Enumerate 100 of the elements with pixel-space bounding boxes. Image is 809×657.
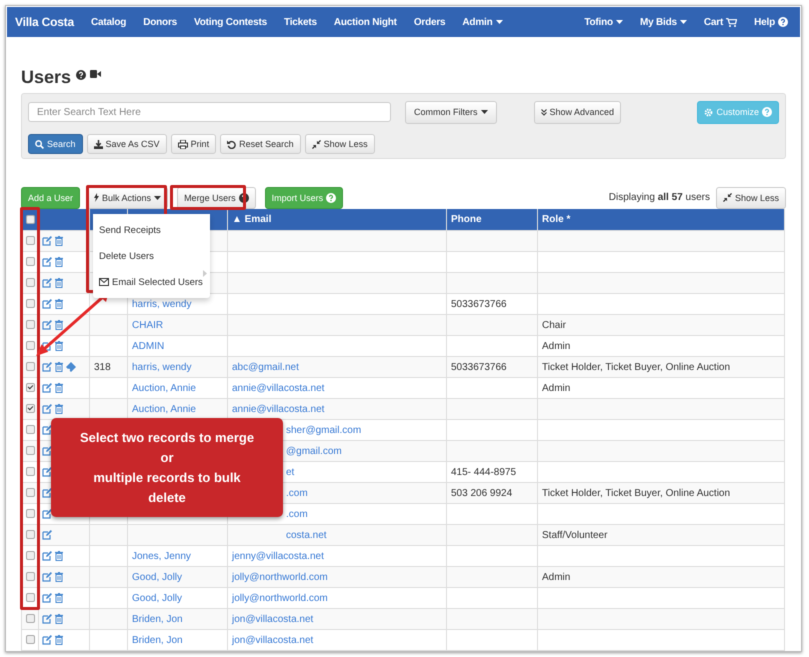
- row-checkbox[interactable]: [26, 593, 35, 602]
- menu-item[interactable]: Email Selected Users: [93, 269, 210, 295]
- nav-link[interactable]: Tofino: [584, 16, 623, 28]
- row-checkbox[interactable]: [26, 278, 35, 288]
- row-checkbox[interactable]: [26, 299, 35, 308]
- undo-icon: [227, 140, 236, 148]
- menu-item[interactable]: Send Receipts: [93, 217, 210, 243]
- row-checkbox[interactable]: [26, 383, 35, 392]
- row-checkbox[interactable]: [26, 446, 35, 456]
- trash-icon[interactable]: [55, 383, 63, 393]
- edit-icon[interactable]: [42, 509, 52, 519]
- email-link[interactable]: abc@gmail.net: [232, 362, 299, 372]
- row-checkbox[interactable]: [26, 404, 35, 414]
- email-link[interactable]: et: [286, 466, 294, 478]
- email-link[interactable]: costa.net: [286, 530, 327, 540]
- edit-icon[interactable]: [42, 320, 52, 330]
- edit-icon[interactable]: [42, 425, 52, 435]
- select-all-checkbox[interactable]: [26, 214, 34, 224]
- submenu-arrow-icon: [203, 270, 207, 277]
- trash-icon[interactable]: [55, 278, 63, 288]
- trash-icon[interactable]: [55, 572, 63, 582]
- nav-link[interactable]: Orders: [414, 16, 446, 28]
- nav-link[interactable]: Voting Contests: [194, 16, 267, 28]
- row-checkbox[interactable]: [26, 257, 35, 266]
- edit-icon[interactable]: [42, 467, 52, 477]
- edit-icon[interactable]: [42, 404, 52, 414]
- email-link[interactable]: .com: [286, 488, 308, 498]
- nav-link[interactable]: Cart: [704, 16, 738, 28]
- user-count: Displaying all 57 users: [608, 192, 710, 203]
- search-field[interactable]: Enter Search Text Here: [28, 102, 391, 122]
- trash-icon[interactable]: [55, 341, 63, 351]
- add-user-button[interactable]: Add a User: [21, 186, 80, 208]
- panel-button[interactable]: Save As CSV: [86, 134, 167, 154]
- show-advanced-button[interactable]: Show Advanced: [534, 100, 622, 124]
- edit-icon[interactable]: [42, 236, 52, 246]
- trash-icon[interactable]: [55, 614, 63, 624]
- panel-button[interactable]: Show Less: [304, 134, 375, 154]
- row-checkbox[interactable]: [26, 635, 35, 644]
- row-checkbox[interactable]: [26, 467, 35, 476]
- trash-icon[interactable]: [55, 404, 63, 414]
- column-header[interactable]: ▲ Email: [228, 209, 446, 230]
- trash-icon[interactable]: [55, 236, 63, 246]
- name-link[interactable]: ADMIN: [132, 340, 164, 352]
- nav-link[interactable]: Tickets: [284, 16, 317, 28]
- edit-icon[interactable]: [42, 572, 52, 582]
- video-camera-icon[interactable]: [90, 70, 102, 78]
- trash-icon[interactable]: [55, 320, 63, 330]
- menu-item[interactable]: Delete Users: [93, 243, 210, 269]
- edit-icon[interactable]: [42, 551, 52, 561]
- brand-link[interactable]: Villa Costa: [15, 15, 74, 29]
- edit-icon[interactable]: [42, 635, 52, 645]
- nav-link[interactable]: Catalog: [90, 16, 126, 28]
- row-checkbox[interactable]: [26, 509, 35, 518]
- edit-icon[interactable]: [42, 488, 52, 498]
- column-header[interactable]: Phone: [446, 209, 538, 230]
- phone-cell: 5033673766: [451, 362, 507, 372]
- row-checkbox[interactable]: [26, 488, 35, 498]
- edit-icon[interactable]: [42, 362, 52, 372]
- nav-link[interactable]: Admin: [462, 16, 503, 28]
- email-link[interactable]: jon@villacosta.net: [232, 614, 314, 624]
- trash-icon[interactable]: [55, 551, 63, 561]
- edit-icon[interactable]: [42, 593, 52, 603]
- email-link[interactable]: @gmail.com: [286, 446, 342, 456]
- edit-icon[interactable]: [42, 530, 52, 540]
- trash-icon[interactable]: [55, 257, 63, 267]
- show-less-button[interactable]: Show Less: [716, 186, 786, 208]
- email-link[interactable]: .com: [286, 508, 308, 520]
- common-filters-button[interactable]: Common Filters: [405, 100, 497, 124]
- trash-icon[interactable]: [55, 593, 63, 603]
- trash-icon[interactable]: [55, 299, 63, 309]
- row-checkbox[interactable]: [26, 341, 35, 350]
- edit-icon[interactable]: [42, 299, 52, 309]
- panel-button[interactable]: Reset Search: [220, 134, 301, 154]
- row-checkbox[interactable]: [26, 614, 35, 624]
- row-checkbox[interactable]: [26, 572, 35, 582]
- row-checkbox[interactable]: [26, 236, 35, 246]
- panel-button[interactable]: Print: [170, 134, 216, 154]
- name-link[interactable]: CHAIR: [132, 320, 164, 330]
- nav-link[interactable]: Help: [754, 16, 788, 28]
- edit-icon[interactable]: [42, 257, 52, 267]
- role-cell: Admin: [542, 572, 570, 582]
- row-checkbox[interactable]: [26, 320, 35, 330]
- row-checkbox[interactable]: [26, 530, 35, 540]
- nav-link[interactable]: My Bids: [640, 16, 687, 28]
- panel-button[interactable]: Search: [28, 134, 83, 154]
- column-header[interactable]: Role *: [538, 209, 784, 230]
- email-link[interactable]: jon@villacosta.net: [232, 634, 314, 646]
- trash-icon[interactable]: [55, 635, 63, 645]
- edit-icon[interactable]: [42, 446, 52, 456]
- trash-icon[interactable]: [55, 362, 63, 372]
- nav-link[interactable]: Donors: [143, 16, 178, 28]
- nav-link[interactable]: Auction Night: [334, 16, 397, 28]
- row-checkbox[interactable]: [26, 551, 35, 560]
- edit-icon[interactable]: [42, 278, 52, 288]
- row-checkbox[interactable]: [26, 425, 35, 434]
- import-users-button[interactable]: Import Users: [264, 186, 344, 208]
- email-link[interactable]: sher@gmail.com: [286, 424, 362, 436]
- row-checkbox[interactable]: [26, 362, 35, 372]
- edit-icon[interactable]: [42, 614, 52, 624]
- edit-icon[interactable]: [42, 383, 52, 393]
